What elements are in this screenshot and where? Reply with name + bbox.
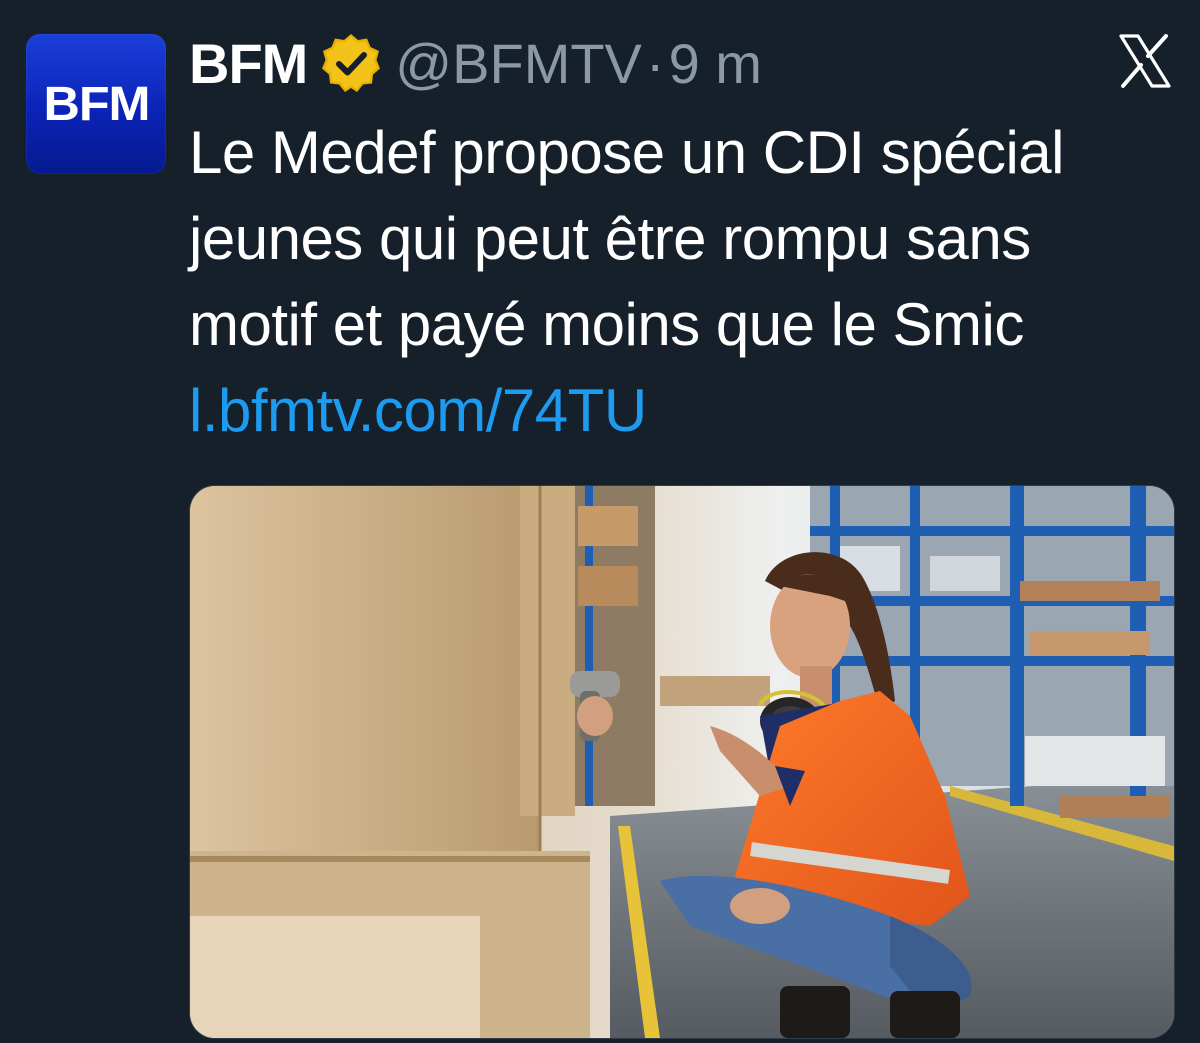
tweet-card[interactable]: BFM BFM @BFMTV · 9 m Le Medef propose un… xyxy=(0,0,1200,1043)
verified-badge-icon[interactable] xyxy=(319,31,383,95)
avatar-logo-text: BFM xyxy=(42,77,150,131)
tweet-header: BFM @BFMTV · 9 m xyxy=(189,28,762,98)
tweet-timestamp[interactable]: 9 m xyxy=(669,31,762,96)
tweet-text-line-3: motif et payé moins que le Smic xyxy=(189,291,1024,358)
tweet-text-line-2: jeunes qui peut être rompu sans xyxy=(189,205,1031,272)
article-link[interactable]: l.bfmtv.com/74TU xyxy=(189,368,647,454)
avatar[interactable]: BFM xyxy=(26,34,166,174)
x-logo-icon[interactable] xyxy=(1118,34,1172,88)
header-separator: · xyxy=(645,31,665,95)
tweet-text: Le Medef propose un CDI spécial jeunes q… xyxy=(189,110,1179,368)
author-name[interactable]: BFM xyxy=(189,31,308,96)
tweet-media-image[interactable] xyxy=(189,485,1175,1039)
warehouse-worker-photo xyxy=(190,486,1174,1038)
tweet-text-line-1: Le Medef propose un CDI spécial xyxy=(189,119,1065,186)
author-handle[interactable]: @BFMTV xyxy=(395,31,642,96)
